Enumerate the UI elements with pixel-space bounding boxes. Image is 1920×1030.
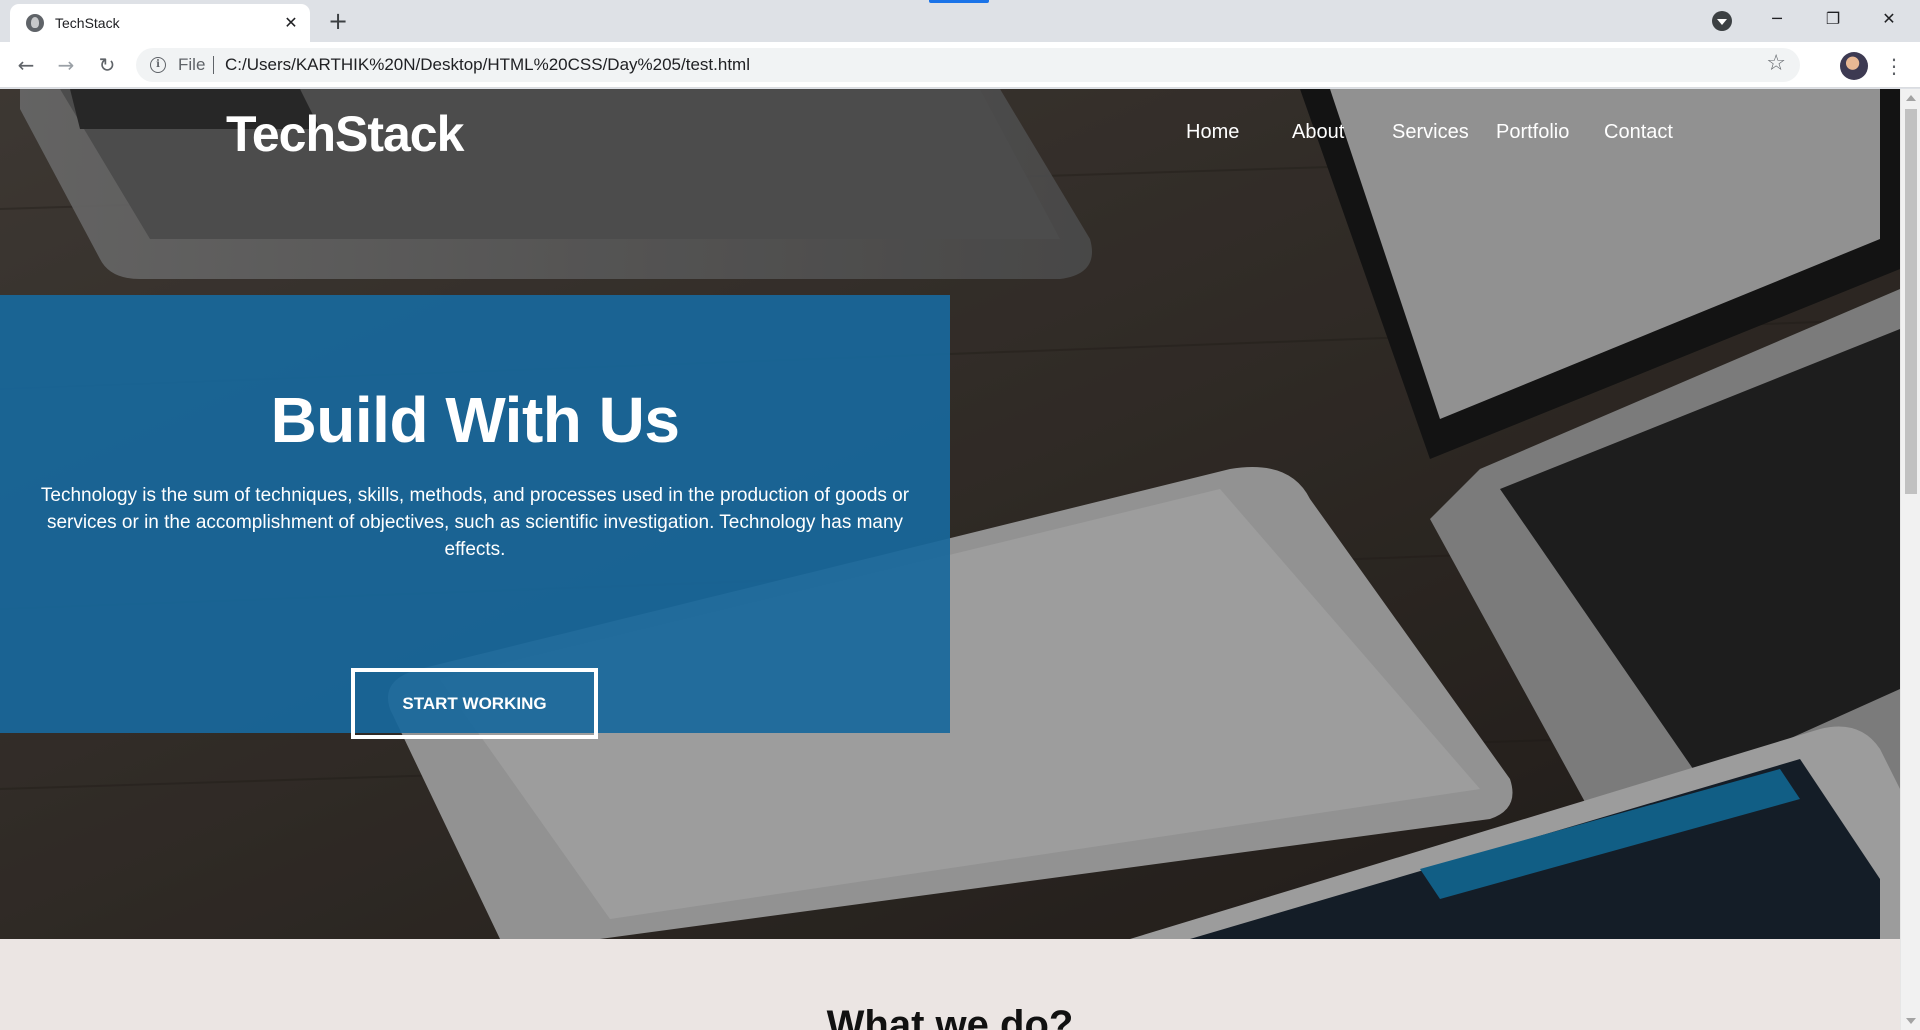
restore-button[interactable]: ❐	[1805, 0, 1861, 38]
hero-title: Build With Us	[270, 384, 680, 456]
tab-title: TechStack	[55, 15, 120, 31]
address-divider	[213, 56, 214, 74]
start-working-button[interactable]: START WORKING	[351, 668, 598, 739]
minimize-button[interactable]: ─	[1749, 0, 1805, 38]
close-tab-icon[interactable]: ✕	[280, 12, 302, 34]
nav-about-link[interactable]: About	[1292, 121, 1344, 144]
reload-icon[interactable]: ↻	[93, 51, 121, 79]
scroll-up-arrow-icon[interactable]	[1906, 95, 1916, 101]
scrollbar-thumb[interactable]	[1905, 109, 1917, 494]
back-arrow-icon[interactable]: ←	[12, 51, 40, 79]
tab-strip: TechStack ✕ + ─ ❐ ✕	[0, 0, 1920, 42]
hero-description: Technology is the sum of techniques, ski…	[40, 485, 910, 560]
forward-arrow-icon[interactable]: →	[52, 51, 80, 79]
url-text[interactable]: C:/Users/KARTHIK%20N/Desktop/HTML%20CSS/…	[225, 55, 750, 75]
bookmark-star-icon[interactable]: ☆	[1766, 51, 1786, 77]
address-bar[interactable]: i File C:/Users/KARTHIK%20N/Desktop/HTML…	[136, 48, 1800, 82]
hero-section: TechStack Home About Services Portfolio …	[0, 89, 1900, 939]
close-window-button[interactable]: ✕	[1861, 0, 1917, 38]
page-scrollbar[interactable]	[1900, 89, 1920, 1030]
scroll-down-arrow-icon[interactable]	[1906, 1018, 1916, 1024]
browser-toolbar: ← → ↻ i File C:/Users/KARTHIK%20N/Deskto…	[0, 42, 1920, 88]
nav-services-link[interactable]: Services	[1392, 121, 1469, 144]
nav-home-link[interactable]: Home	[1186, 121, 1239, 144]
page-viewport: TechStack Home About Services Portfolio …	[0, 89, 1900, 1030]
site-header: TechStack Home About Services Portfolio …	[0, 89, 1900, 179]
tab-search-icon[interactable]	[1712, 11, 1732, 31]
info-icon[interactable]: i	[150, 57, 166, 73]
globe-icon	[26, 14, 44, 32]
browser-tab[interactable]: TechStack ✕	[10, 4, 310, 42]
nav-contact-link[interactable]: Contact	[1604, 121, 1673, 144]
file-label: File	[178, 55, 206, 74]
site-logo[interactable]: TechStack	[226, 105, 464, 163]
profile-avatar[interactable]	[1840, 52, 1868, 80]
new-tab-button[interactable]: +	[324, 8, 352, 36]
kebab-menu-icon[interactable]: ⋮	[1884, 52, 1904, 80]
hero-panel: Build With Us Technology is the sum of t…	[0, 295, 950, 739]
section-title: What we do?	[826, 1003, 1074, 1030]
nav-portfolio-link[interactable]: Portfolio	[1496, 121, 1569, 144]
tab-search-indicator	[929, 0, 989, 3]
